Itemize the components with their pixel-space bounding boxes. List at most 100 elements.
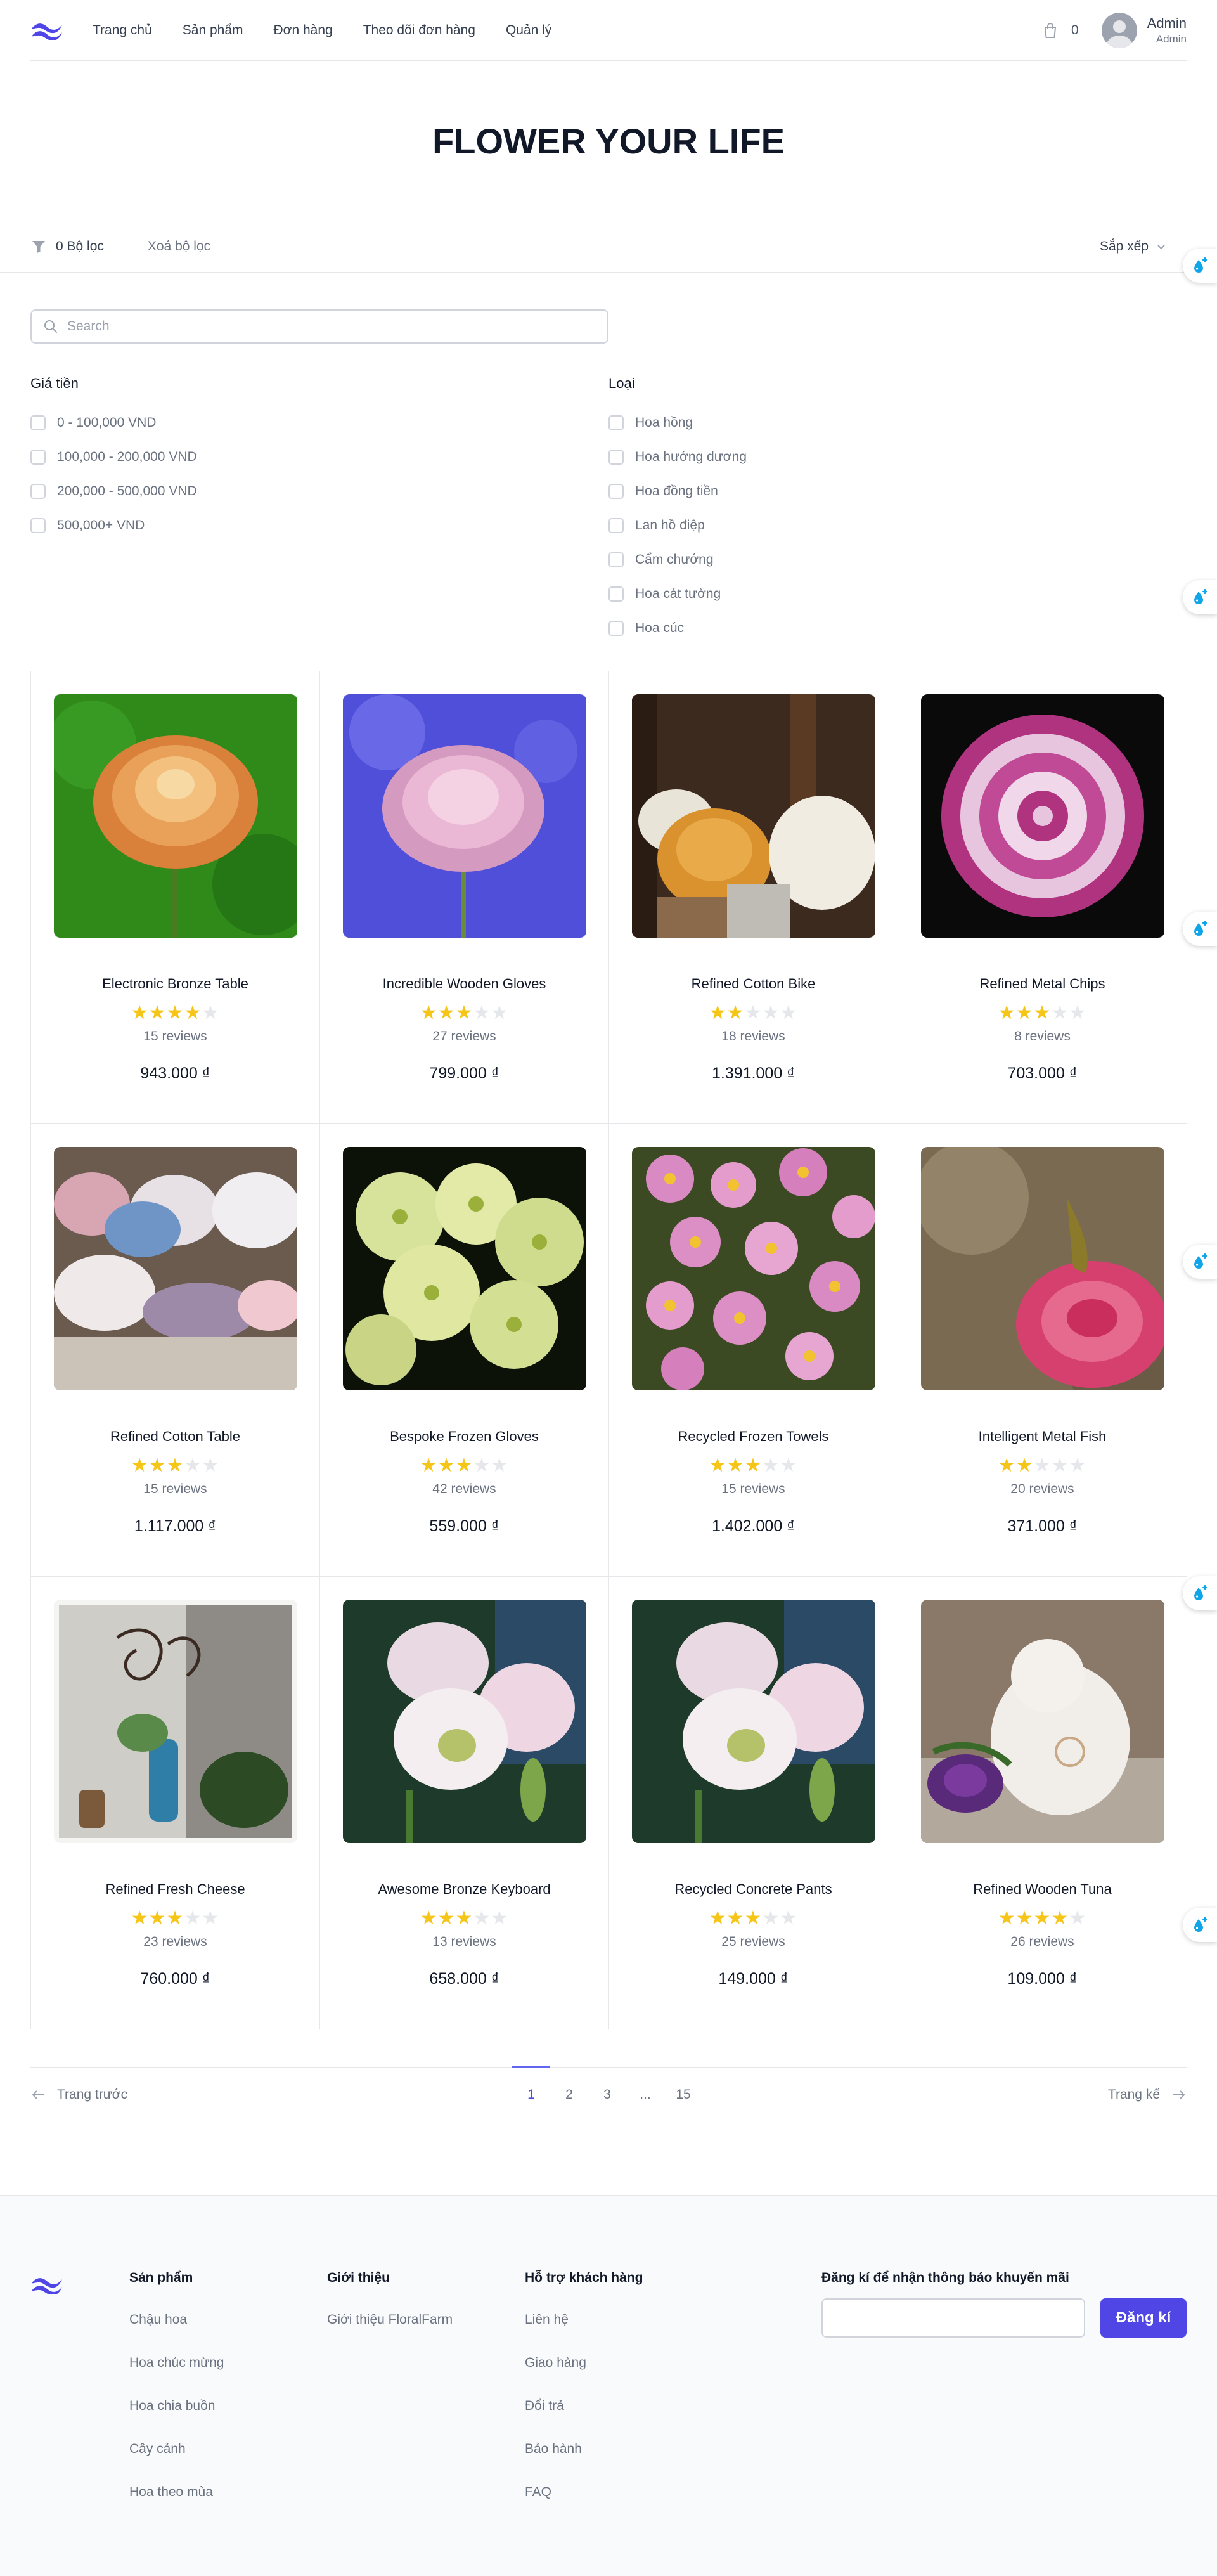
product-image[interactable] (632, 1600, 875, 1843)
floating-helper-button[interactable] (1183, 912, 1217, 946)
product-image[interactable] (921, 1147, 1164, 1390)
type-option[interactable]: Hoa cát tường (608, 577, 747, 611)
footer-link[interactable]: Hoa theo mùa (129, 2485, 224, 2500)
floating-helper-button[interactable] (1183, 1245, 1217, 1279)
footer-link[interactable]: Giới thiệu FloralFarm (327, 2312, 453, 2327)
page-number[interactable]: 2 (550, 2066, 588, 2102)
product-name[interactable]: Awesome Bronze Keyboard (320, 1881, 608, 1898)
product-card[interactable]: Refined Wooden Tuna ★★★★★ 26 reviews 109… (898, 1577, 1187, 2029)
type-option[interactable]: Cẩm chướng (608, 543, 747, 577)
cart-button[interactable]: 0 (1041, 21, 1079, 40)
previous-page-button[interactable]: Trang trước (30, 2087, 127, 2103)
product-name[interactable]: Recycled Frozen Towels (609, 1428, 898, 1445)
product-image[interactable] (632, 1147, 875, 1390)
checkbox[interactable] (30, 415, 46, 430)
product-card[interactable]: Intelligent Metal Fish ★★★★★ 20 reviews … (898, 1124, 1187, 1577)
product-image[interactable] (54, 1147, 297, 1390)
checkbox[interactable] (608, 450, 624, 465)
type-option[interactable]: Hoa đồng tiền (608, 474, 747, 508)
type-option[interactable]: Hoa cúc (608, 611, 747, 645)
footer-link[interactable]: Hoa chia buồn (129, 2398, 224, 2414)
product-image[interactable] (54, 1600, 297, 1843)
footer-link[interactable]: FAQ (525, 2485, 643, 2500)
product-name[interactable]: Intelligent Metal Fish (898, 1428, 1187, 1445)
price-option[interactable]: 0 - 100,000 VND (30, 406, 197, 440)
footer-link[interactable]: Hoa chúc mừng (129, 2355, 224, 2371)
checkbox[interactable] (30, 518, 46, 533)
type-option[interactable]: Hoa hồng (608, 406, 747, 440)
chevron-down-icon (1157, 245, 1165, 250)
page-number[interactable]: 1 (512, 2066, 550, 2102)
product-card[interactable]: Incredible Wooden Gloves ★★★★★ 27 review… (320, 671, 609, 1124)
page-number[interactable]: 15 (664, 2066, 702, 2102)
product-name[interactable]: Bespoke Frozen Gloves (320, 1428, 608, 1445)
floating-helper-button[interactable] (1183, 1908, 1217, 1942)
floating-helper-button[interactable] (1183, 580, 1217, 614)
page-number[interactable]: 3 (588, 2066, 626, 2102)
product-card[interactable]: Recycled Concrete Pants ★★★★★ 25 reviews… (609, 1577, 898, 2029)
product-image[interactable] (632, 694, 875, 938)
product-image[interactable] (343, 1600, 586, 1843)
checkbox[interactable] (608, 484, 624, 499)
footer-link[interactable]: Cây cảnh (129, 2442, 224, 2457)
product-image[interactable] (54, 694, 297, 938)
product-image[interactable] (921, 694, 1164, 938)
product-name[interactable]: Refined Cotton Table (31, 1428, 319, 1445)
type-option[interactable]: Hoa hướng dương (608, 440, 747, 474)
checkbox[interactable] (30, 450, 46, 465)
product-name[interactable]: Refined Wooden Tuna (898, 1881, 1187, 1898)
product-name[interactable]: Recycled Concrete Pants (609, 1881, 898, 1898)
next-page-button[interactable]: Trang kế (1108, 2087, 1187, 2103)
checkbox[interactable] (608, 552, 624, 567)
subscribe-button[interactable]: Đăng kí (1100, 2298, 1187, 2338)
checkbox[interactable] (608, 586, 624, 602)
product-card[interactable]: Awesome Bronze Keyboard ★★★★★ 13 reviews… (320, 1577, 609, 2029)
price-option[interactable]: 100,000 - 200,000 VND (30, 440, 197, 474)
product-name[interactable]: Refined Metal Chips (898, 976, 1187, 992)
checkbox[interactable] (608, 621, 624, 636)
nav-item-order-tracking[interactable]: Theo dõi đơn hàng (363, 23, 475, 38)
newsletter-email-input[interactable] (821, 2298, 1085, 2338)
floating-helper-button[interactable] (1183, 249, 1217, 283)
nav-item-home[interactable]: Trang chủ (93, 23, 152, 38)
product-name[interactable]: Refined Fresh Cheese (31, 1881, 319, 1898)
sort-dropdown[interactable]: Sắp xếp (1100, 239, 1168, 254)
product-card[interactable]: Refined Fresh Cheese ★★★★★ 23 reviews 76… (31, 1577, 320, 2029)
clear-filters-button[interactable]: Xoá bộ lọc (148, 239, 210, 254)
product-name[interactable]: Refined Cotton Bike (609, 976, 898, 992)
nav-item-products[interactable]: Sản phẩm (183, 23, 243, 38)
user-info[interactable]: Admin Admin (1147, 15, 1187, 46)
product-name[interactable]: Electronic Bronze Table (31, 976, 319, 992)
checkbox[interactable] (608, 518, 624, 533)
footer-link[interactable]: Liên hệ (525, 2312, 643, 2327)
product-image[interactable] (343, 694, 586, 938)
product-image[interactable] (343, 1147, 586, 1390)
product-image[interactable] (921, 1600, 1164, 1843)
footer-link[interactable]: Đổi trả (525, 2398, 643, 2414)
price-option[interactable]: 500,000+ VND (30, 508, 197, 543)
price-option[interactable]: 200,000 - 500,000 VND (30, 474, 197, 508)
product-card[interactable]: Refined Cotton Table ★★★★★ 15 reviews 1.… (31, 1124, 320, 1577)
nav-item-orders[interactable]: Đơn hàng (274, 23, 333, 38)
product-card[interactable]: Recycled Frozen Towels ★★★★★ 15 reviews … (609, 1124, 898, 1577)
type-option[interactable]: Lan hồ điệp (608, 508, 747, 543)
product-card[interactable]: Refined Cotton Bike ★★★★★ 18 reviews 1.3… (609, 671, 898, 1124)
checkbox[interactable] (30, 484, 46, 499)
star-empty-icon: ★ (184, 1908, 202, 1929)
product-card[interactable]: Electronic Bronze Table ★★★★★ 15 reviews… (31, 671, 320, 1124)
product-card[interactable]: Refined Metal Chips ★★★★★ 8 reviews 703.… (898, 671, 1187, 1124)
nav-item-management[interactable]: Quản lý (506, 23, 551, 38)
product-name[interactable]: Incredible Wooden Gloves (320, 976, 608, 992)
product-card[interactable]: Bespoke Frozen Gloves ★★★★★ 42 reviews 5… (320, 1124, 609, 1577)
checkbox[interactable] (608, 415, 624, 430)
search-input[interactable] (67, 319, 587, 334)
footer-link[interactable]: Chậu hoa (129, 2312, 224, 2327)
footer-link[interactable]: Bảo hành (525, 2442, 643, 2457)
brand-logo-icon[interactable] (30, 21, 63, 40)
footer-link[interactable]: Giao hàng (525, 2355, 643, 2371)
filter-toggle-button[interactable]: 0 Bộ lọc (30, 238, 104, 255)
floating-helper-button[interactable] (1183, 1576, 1217, 1610)
star-filled-icon: ★ (148, 1455, 167, 1476)
brand-logo-icon[interactable] (30, 2275, 63, 2294)
user-avatar[interactable] (1101, 12, 1137, 48)
